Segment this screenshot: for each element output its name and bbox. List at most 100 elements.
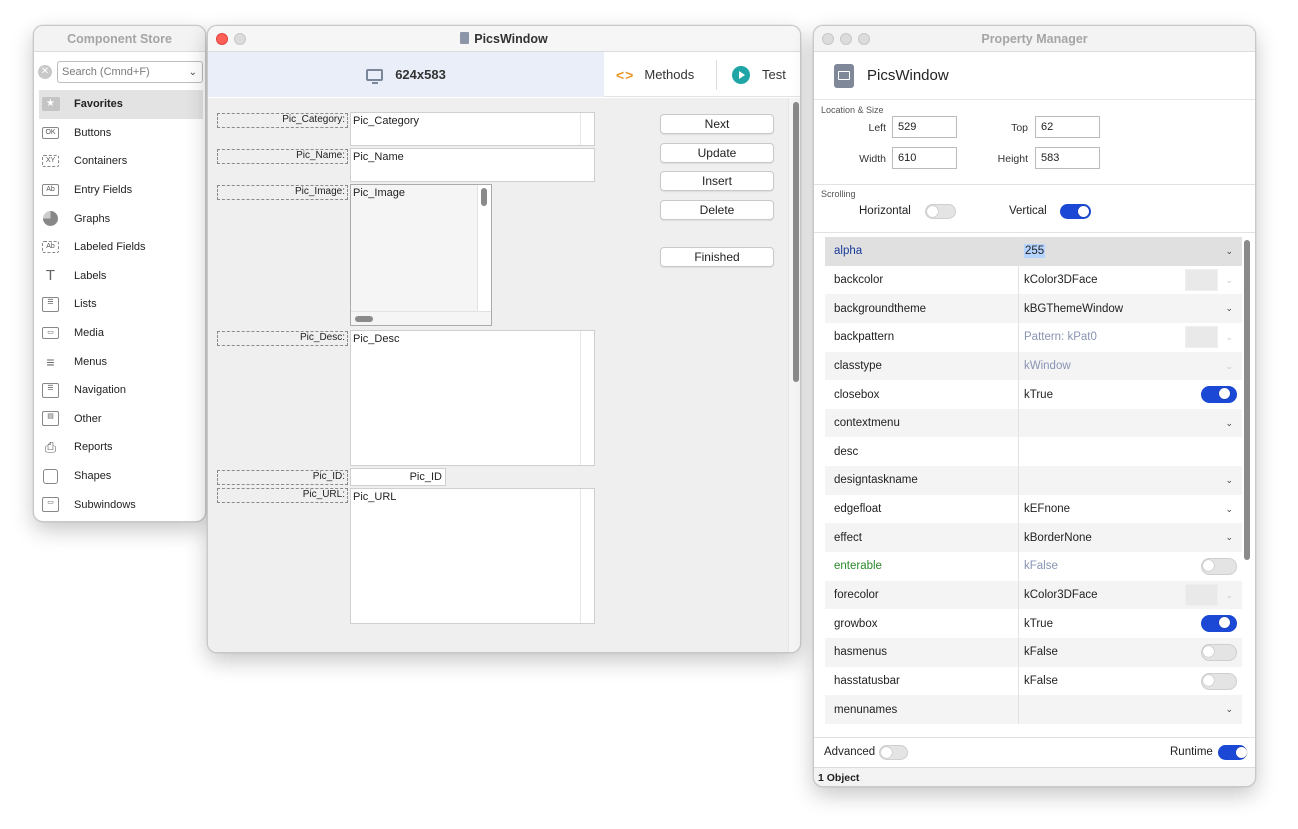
property-value[interactable]: kWindow (1019, 352, 1242, 381)
design-canvas[interactable]: Pic_Category: Pic_Name: Pic_Image: Pic_D… (208, 98, 800, 652)
methods-button[interactable]: <> Methods (616, 52, 716, 97)
height-input[interactable]: 583 (1035, 147, 1100, 169)
property-row-desc[interactable]: desc (825, 437, 1242, 467)
property-row-enterable[interactable]: enterable kFalse (825, 552, 1242, 581)
property-toggle[interactable] (1201, 386, 1237, 404)
pic-id-label[interactable]: Pic_ID: (217, 470, 348, 485)
pic-image-field[interactable]: Pic_Image (350, 184, 492, 326)
pic-name-field[interactable]: Pic_Name (350, 148, 595, 182)
property-value[interactable] (1019, 409, 1242, 438)
property-value[interactable]: kBGThemeWindow (1019, 294, 1242, 323)
property-row-forecolor[interactable]: forecolor kColor3DFace ⌄ (825, 580, 1242, 610)
chevron-down-icon[interactable]: ⌄ (1225, 275, 1233, 286)
pic-category-scrollbar[interactable] (580, 113, 594, 145)
chevron-down-icon[interactable]: ⌄ (1225, 704, 1233, 715)
property-value[interactable] (1019, 466, 1242, 495)
property-value[interactable]: kBorderNone (1019, 523, 1242, 552)
pic-desc-scrollbar[interactable] (580, 331, 594, 465)
color-swatch[interactable] (1185, 583, 1218, 606)
component-category-menus[interactable]: ≡ Menus (39, 347, 203, 376)
pic-name-label[interactable]: Pic_Name: (217, 149, 348, 164)
pic-image-label[interactable]: Pic_Image: (217, 185, 348, 200)
pic-url-scrollbar[interactable] (580, 489, 594, 623)
pic-url-field[interactable]: Pic_URL (350, 488, 595, 624)
component-category-reports[interactable]: ⎙ Reports (39, 433, 203, 462)
update-button[interactable]: Update (660, 143, 774, 163)
property-row-edgefloat[interactable]: edgefloat kEFnone ⌄ (825, 494, 1242, 524)
left-input[interactable]: 529 (892, 116, 957, 138)
vertical-scroll-toggle[interactable] (1060, 204, 1091, 219)
property-row-backpattern[interactable]: backpattern Pattern: kPat0 ⌄ (825, 322, 1242, 352)
property-manager-titlebar[interactable]: Property Manager (814, 26, 1255, 52)
component-category-labels[interactable]: T Labels (39, 262, 203, 291)
component-category-navigation[interactable]: ☰ Navigation (39, 376, 203, 405)
property-row-backgroundtheme[interactable]: backgroundtheme kBGThemeWindow ⌄ (825, 294, 1242, 323)
canvas-scrollbar-thumb[interactable] (793, 102, 799, 382)
property-table-scrollbar-thumb[interactable] (1244, 240, 1250, 560)
property-value[interactable] (1019, 695, 1242, 724)
component-category-other[interactable]: ▤ Other (39, 405, 203, 434)
pic-id-field[interactable]: Pic_ID (350, 468, 446, 486)
chevron-down-icon[interactable]: ⌄ (189, 67, 197, 78)
property-value[interactable]: kEFnone (1019, 495, 1242, 524)
pic-desc-label[interactable]: Pic_Desc: (217, 331, 348, 346)
advanced-toggle[interactable] (879, 745, 908, 760)
component-category-entry-fields[interactable]: Ab Entry Fields (39, 176, 203, 205)
property-row-alpha[interactable]: alpha 255 ⌄ (825, 237, 1242, 266)
property-row-hasmenus[interactable]: hasmenus kFalse (825, 637, 1242, 667)
component-category-media[interactable]: ▭ Media (39, 319, 203, 348)
chevron-down-icon[interactable]: ⌄ (1225, 475, 1233, 486)
property-toggle[interactable] (1201, 672, 1237, 690)
property-row-contextmenu[interactable]: contextmenu ⌄ (825, 408, 1242, 438)
top-input[interactable]: 62 (1035, 116, 1100, 138)
runtime-toggle[interactable] (1218, 745, 1247, 760)
component-category-subwindows[interactable]: ▭ Subwindows (39, 490, 203, 519)
chevron-down-icon[interactable]: ⌄ (1225, 246, 1233, 257)
width-input[interactable]: 610 (892, 147, 957, 169)
finished-button[interactable]: Finished (660, 247, 774, 267)
pic-image-horizontal-thumb[interactable] (355, 316, 373, 322)
component-category-containers[interactable]: XY Containers (39, 147, 203, 176)
pic-url-label[interactable]: Pic_URL: (217, 488, 348, 503)
horizontal-scroll-toggle[interactable] (925, 204, 956, 219)
color-swatch[interactable] (1185, 268, 1218, 291)
pic-image-vertical-thumb[interactable] (481, 188, 487, 206)
chevron-down-icon[interactable]: ⌄ (1225, 532, 1233, 543)
clear-search-icon[interactable]: ✕ (38, 65, 52, 79)
component-store-titlebar[interactable]: Component Store (34, 26, 205, 52)
pic-desc-field[interactable]: Pic_Desc (350, 330, 595, 466)
property-row-hasstatusbar[interactable]: hasstatusbar kFalse (825, 666, 1242, 696)
component-category-labeled-fields[interactable]: Ab Labeled Fields (39, 233, 203, 262)
component-category-buttons[interactable]: OK Buttons (39, 119, 203, 148)
component-category-graphs[interactable]: Graphs (39, 204, 203, 233)
chevron-down-icon[interactable]: ⌄ (1225, 303, 1233, 314)
component-category-favorites[interactable]: ★ Favorites (39, 90, 203, 119)
property-toggle[interactable] (1201, 558, 1237, 576)
property-toggle[interactable] (1201, 643, 1237, 661)
chevron-down-icon[interactable]: ⌄ (1225, 590, 1233, 601)
next-button[interactable]: Next (660, 114, 774, 134)
pic-category-field[interactable]: Pic_Category (350, 112, 595, 146)
pic-category-label[interactable]: Pic_Category: (217, 113, 348, 128)
window-size-button[interactable]: 624x583 (208, 52, 604, 97)
test-button[interactable]: Test (732, 52, 800, 97)
component-category-shapes[interactable]: Shapes (39, 462, 203, 491)
property-row-effect[interactable]: effect kBorderNone ⌄ (825, 523, 1242, 553)
property-row-menunames[interactable]: menunames ⌄ (825, 695, 1242, 724)
chevron-down-icon[interactable]: ⌄ (1225, 332, 1233, 343)
property-row-growbox[interactable]: growbox kTrue (825, 609, 1242, 638)
chevron-down-icon[interactable]: ⌄ (1225, 418, 1233, 429)
insert-button[interactable]: Insert (660, 171, 774, 191)
component-search-input[interactable]: Search (Cmnd+F) ⌄ (57, 61, 203, 83)
property-value[interactable]: 255 (1019, 237, 1242, 266)
property-row-backcolor[interactable]: backcolor kColor3DFace ⌄ (825, 265, 1242, 295)
pics-window-titlebar[interactable]: PicsWindow (208, 26, 800, 52)
color-swatch[interactable] (1185, 325, 1218, 348)
property-toggle[interactable] (1201, 615, 1237, 633)
component-category-lists[interactable]: ☰ Lists (39, 290, 203, 319)
chevron-down-icon[interactable]: ⌄ (1225, 361, 1233, 372)
chevron-down-icon[interactable]: ⌄ (1225, 504, 1233, 515)
property-row-classtype[interactable]: classtype kWindow ⌄ (825, 351, 1242, 381)
property-row-designtaskname[interactable]: designtaskname ⌄ (825, 466, 1242, 495)
delete-button[interactable]: Delete (660, 200, 774, 220)
